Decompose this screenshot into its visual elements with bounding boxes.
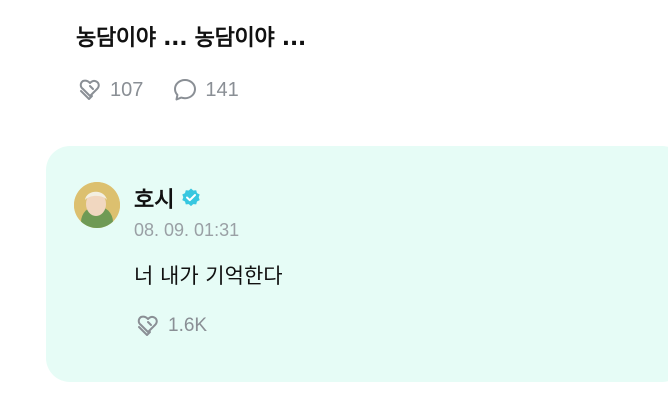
speech-bubble-icon [171,76,199,104]
post-like-button[interactable]: 107 [76,76,143,104]
verified-badge-icon [180,187,202,209]
post-actions: 107 141 [76,74,239,106]
author-name[interactable]: 호시 [134,182,174,214]
reply-card: 호시 08. 09. 01:31 너 내가 기억한다 1.6K [46,146,668,382]
avatar[interactable] [74,182,120,228]
author-row: 호시 [134,182,202,214]
post-comment-button[interactable]: 141 [171,76,239,104]
reply-like-count: 1.6K [168,315,208,336]
reply-like-button[interactable]: 1.6K [134,312,207,340]
reply-timestamp: 08. 09. 01:31 [134,220,240,240]
post-comment-count: 141 [205,78,239,101]
heart-hands-icon [134,312,162,340]
reply-text: 너 내가 기억한다 [134,264,283,288]
reply-actions: 1.6K [134,312,207,340]
post-like-count: 107 [110,78,144,101]
heart-hands-icon [76,76,104,104]
post-text: 농담이야 ... 농담이야 ... [76,26,306,51]
